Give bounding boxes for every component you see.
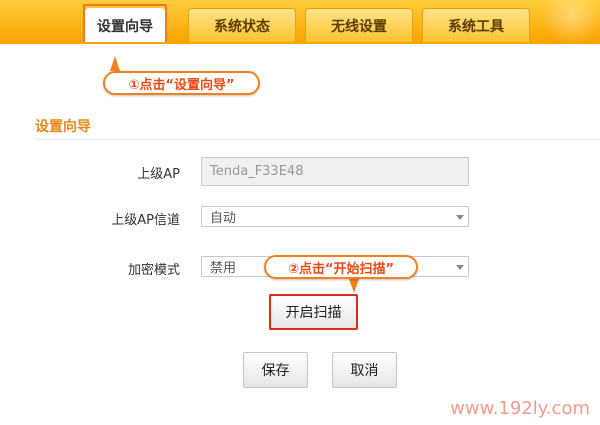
- start-scan-button[interactable]: 开启扫描: [269, 294, 358, 330]
- chevron-down-icon: [456, 264, 464, 270]
- annotation-step1: ①点击“设置向导”: [103, 71, 260, 95]
- upper-ap-channel-label: 上级AP信道: [111, 213, 180, 228]
- encryption-mode-value: 禁用: [210, 261, 237, 276]
- annotation-step2: ②点击“开始扫描”: [264, 255, 418, 279]
- decorative-dots: [530, 0, 600, 42]
- save-button[interactable]: 保存: [243, 352, 308, 388]
- upper-ap-field[interactable]: Tenda_F33E48: [201, 157, 469, 186]
- upper-ap-channel-value: 自动: [210, 211, 237, 226]
- encryption-mode-label: 加密模式: [127, 263, 180, 278]
- callout-pointer: [349, 279, 359, 293]
- watermark: www.192ly.com: [450, 398, 590, 419]
- cancel-button[interactable]: 取消: [332, 352, 397, 388]
- section-divider: [35, 139, 600, 140]
- upper-ap-channel-select[interactable]: 自动: [201, 206, 469, 227]
- tab-system-status[interactable]: 系统状态: [188, 8, 296, 42]
- section-title: 设置向导: [35, 119, 91, 135]
- tab-wireless-settings[interactable]: 无线设置: [305, 8, 413, 42]
- tab-system-tools[interactable]: 系统工具: [422, 8, 530, 42]
- chevron-down-icon: [456, 214, 464, 220]
- tab-highlight-box: [83, 4, 167, 44]
- callout-pointer: [110, 56, 120, 71]
- upper-ap-label: 上级AP: [137, 167, 180, 182]
- nav-underline: [0, 42, 600, 44]
